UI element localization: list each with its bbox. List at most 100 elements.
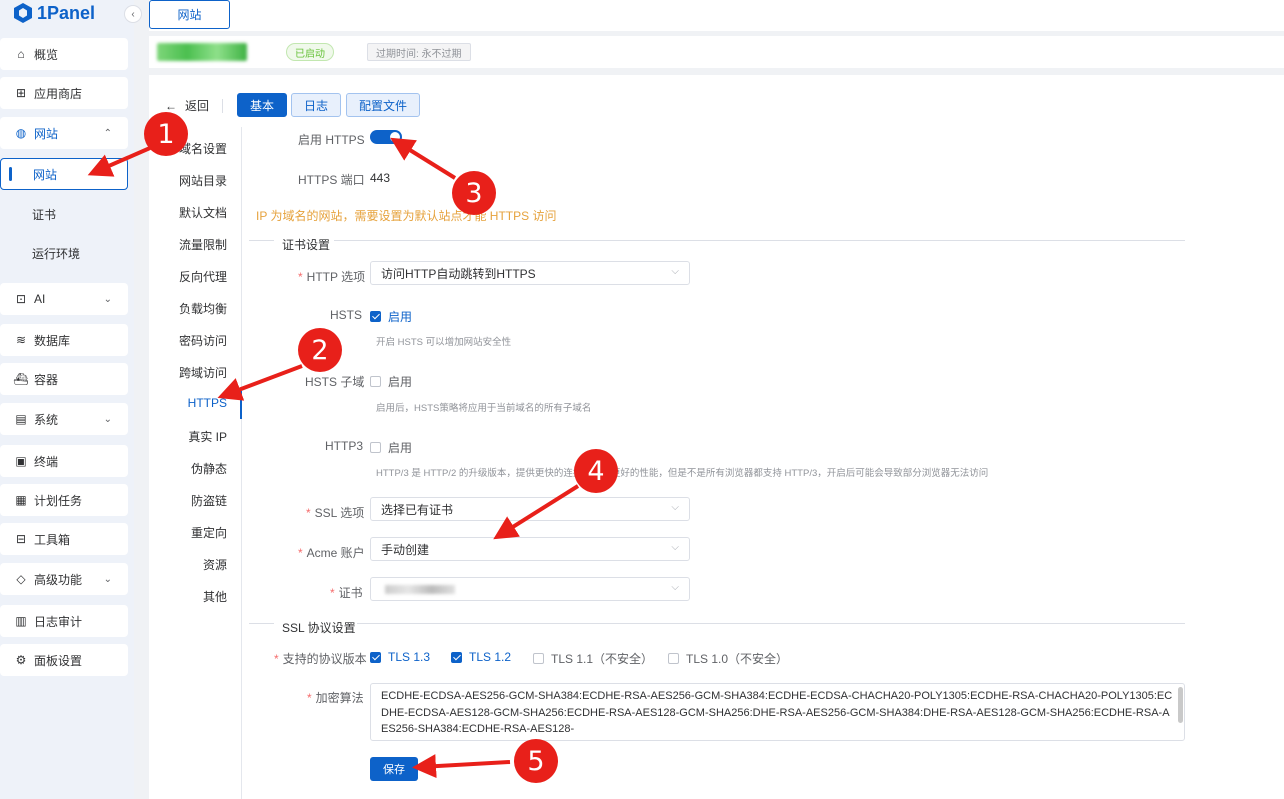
http-option-select[interactable]: 访问HTTP自动跳转到HTTPS ⌵ [370, 261, 690, 285]
acme-account-select[interactable]: 手动创建 ⌵ [370, 537, 690, 561]
http3-checkbox[interactable]: 启用 [370, 439, 412, 456]
sidebar-item-label: 概览 [34, 47, 59, 62]
annotation-step-4: 4 [574, 449, 618, 493]
cipher-textarea[interactable]: ECDHE-ECDSA-AES256-GCM-SHA384:ECDHE-RSA-… [370, 683, 1185, 741]
menu-item-rewrite[interactable]: 伪静态 [191, 460, 227, 477]
http3-label: HTTP3 [325, 439, 364, 453]
sidebar-item-label: 网站 [33, 167, 58, 182]
robot-icon: ⊡ [15, 292, 27, 306]
home-icon: ⌂ [17, 47, 25, 61]
app-logo[interactable]: 1Panel [14, 2, 95, 24]
sidebar-item-panel-settings[interactable]: ⚙ 面板设置 [0, 644, 128, 676]
menu-item-load-balance[interactable]: 负载均衡 [179, 300, 227, 317]
hsts-checkbox[interactable]: 启用 [370, 308, 412, 325]
sidebar-item-website[interactable]: ◍ 网站 ⌃ [0, 117, 128, 149]
sidebar-item-advanced[interactable]: ◇ 高级功能 ⌄ [0, 563, 128, 595]
grid-icon: ⊞ [15, 86, 27, 100]
sidebar-item-terminal[interactable]: ▣ 终端 [0, 445, 128, 477]
settings-icon: ⚙ [15, 653, 27, 667]
sidebar-item-cron[interactable]: ▦ 计划任务 [0, 484, 128, 516]
cert-section-title: 证书设置 [282, 238, 331, 252]
sidebar-item-audit-log[interactable]: ▥ 日志审计 [0, 605, 128, 637]
sidebar-item-label: 日志审计 [34, 614, 83, 629]
sidebar-item-container[interactable]: ⛴ 容器 [0, 363, 128, 395]
cipher-label: * 加密算法 [307, 691, 364, 705]
sidebar-item-toolbox[interactable]: ⊟ 工具箱 [0, 523, 128, 555]
back-label: 返回 [185, 99, 210, 113]
tls13-checkbox[interactable]: TLS 1.3 [370, 650, 430, 664]
certificate-value-redacted [385, 585, 455, 594]
sidebar-item-database[interactable]: ≋ 数据库 [0, 324, 128, 356]
sidebar: 1Panel ⌂ 概览 ⊞ 应用商店 ◍ 网站 ⌃ 网站 证书 运行环境 ⊡ A… [0, 0, 134, 799]
menu-item-redirect[interactable]: 重定向 [191, 524, 227, 541]
sidebar-item-overview[interactable]: ⌂ 概览 [0, 38, 128, 70]
main-panel: ← 返回 基本 日志 配置文件 域名设置 网站目录 默认文档 流量限制 反向代理… [149, 75, 1284, 799]
save-button[interactable]: 保存 [370, 757, 418, 781]
menu-item-default-document[interactable]: 默认文档 [179, 204, 227, 221]
menu-item-https[interactable]: HTTPS [188, 396, 227, 410]
sidebar-subitem-runtime[interactable]: 运行环境 [0, 237, 128, 269]
sidebar-item-label: 终端 [34, 454, 59, 469]
menu-item-rate-limit[interactable]: 流量限制 [179, 236, 227, 253]
back-button[interactable]: ← 返回 [165, 97, 209, 114]
https-enable-label: 启用 HTTPS [298, 133, 365, 147]
menu-item-cors[interactable]: 跨域访问 [179, 364, 227, 381]
menu-item-other[interactable]: 其他 [203, 588, 227, 605]
expiry-badge: 过期时间: 永不过期 [367, 43, 471, 61]
acme-account-label: * Acme 账户 [298, 546, 365, 560]
chevron-down-icon: ⌄ [103, 293, 112, 305]
menu-item-resources[interactable]: 资源 [203, 556, 227, 573]
chevron-down-icon: ⌵ [671, 502, 679, 513]
logo-icon [14, 3, 32, 23]
divider [222, 99, 223, 113]
sidebar-subitem-certificates[interactable]: 证书 [0, 198, 128, 230]
server-icon: ▤ [15, 412, 27, 426]
divider [334, 240, 1185, 241]
layers-icon: ≋ [15, 333, 27, 347]
hsts-subdomain-checkbox[interactable]: 启用 [370, 373, 412, 390]
menu-item-password-access[interactable]: 密码访问 [179, 332, 227, 349]
sidebar-item-label: 计划任务 [34, 493, 83, 508]
menu-item-site-directory[interactable]: 网站目录 [179, 172, 227, 189]
sidebar-item-system[interactable]: ▤ 系统 ⌄ [0, 403, 128, 435]
tab-bar: 网站 [149, 0, 1284, 31]
menu-item-real-ip[interactable]: 真实 IP [188, 428, 227, 445]
sidebar-collapse-button[interactable]: ‹ [124, 5, 142, 23]
tls12-checkbox[interactable]: TLS 1.2 [451, 650, 511, 664]
chevron-up-icon: ⌃ [103, 127, 112, 139]
ssl-option-label: * SSL 选项 [306, 506, 365, 520]
settings-menu: 域名设置 网站目录 默认文档 流量限制 反向代理 负载均衡 密码访问 跨域访问 … [149, 127, 242, 799]
calendar-icon: ▦ [15, 493, 27, 507]
ssl-option-select[interactable]: 选择已有证书 ⌵ [370, 497, 690, 521]
tab-basic[interactable]: 基本 [237, 93, 288, 117]
tls11-checkbox[interactable]: TLS 1.1（不安全） [533, 650, 653, 667]
certificate-label: * 证书 [330, 586, 363, 600]
sidebar-item-label: AI [34, 292, 46, 306]
select-value: 访问HTTP自动跳转到HTTPS [381, 266, 536, 281]
tab-website[interactable]: 网站 [149, 0, 230, 29]
tab-config-file[interactable]: 配置文件 [346, 93, 421, 117]
scrollbar[interactable] [1178, 687, 1183, 723]
https-toggle[interactable] [370, 130, 402, 144]
site-name-redacted [157, 43, 247, 61]
chevron-down-icon: ⌵ [671, 582, 679, 593]
divider [249, 623, 274, 624]
globe-icon: ◍ [15, 126, 27, 140]
app-name: 1Panel [37, 2, 96, 23]
menu-item-anti-leech[interactable]: 防盗链 [191, 492, 227, 509]
sidebar-item-ai[interactable]: ⊡ AI ⌄ [0, 283, 128, 315]
terminal-icon: ▣ [15, 454, 27, 468]
sidebar-item-app-store[interactable]: ⊞ 应用商店 [0, 77, 128, 109]
menu-item-reverse-proxy[interactable]: 反向代理 [179, 268, 227, 285]
tab-log[interactable]: 日志 [291, 93, 342, 117]
https-port-label: HTTPS 端口 [298, 173, 365, 187]
checkbox-icon [370, 376, 381, 387]
annotation-step-5: 5 [514, 739, 558, 783]
checkbox-icon [533, 653, 544, 664]
active-indicator [240, 391, 242, 419]
tab-label: 网站 [177, 8, 202, 22]
diamond-icon: ◇ [16, 572, 26, 586]
certificate-select[interactable]: ⌵ [370, 577, 690, 601]
tls10-checkbox[interactable]: TLS 1.0（不安全） [668, 650, 788, 667]
sidebar-subitem-website[interactable]: 网站 [0, 158, 128, 190]
